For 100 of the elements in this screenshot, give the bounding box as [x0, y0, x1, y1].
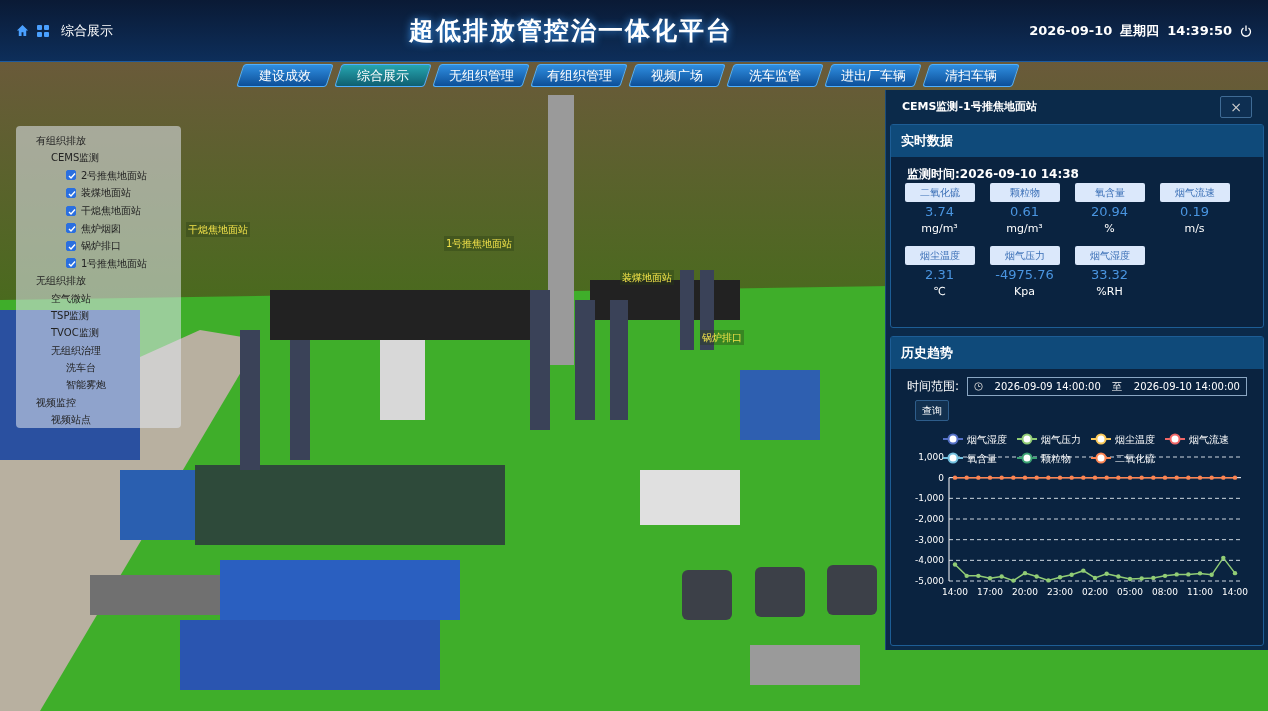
- metric-value: 20.94: [1090, 202, 1129, 221]
- axis-tick-label: -3,000: [915, 534, 944, 545]
- legend-label: 烟尘温度: [1115, 433, 1155, 445]
- panel-title: CEMS监测-1号推焦地面站: [902, 98, 1037, 115]
- axis-tick-label: 0: [938, 472, 944, 483]
- legend-key[interactable]: [1090, 452, 1112, 463]
- checkbox[interactable]: [66, 170, 76, 181]
- metric-label: 氧含量: [1074, 182, 1145, 202]
- metric-value: 3.74: [925, 202, 954, 221]
- metric-label: 烟气压力: [989, 245, 1060, 265]
- legend-label: 烟气湿度: [967, 433, 1007, 445]
- tree-item[interactable]: 视频站点: [51, 410, 91, 429]
- axis-tick-label: 23:00: [1047, 586, 1073, 597]
- axis-tick-label: -4,000: [915, 554, 944, 565]
- date-text: 2026-09-10: [1029, 21, 1113, 40]
- scene-label: 1号推焦地面站: [444, 236, 515, 251]
- tree-item[interactable]: 智能雾炮: [66, 376, 106, 394]
- tree-item[interactable]: 1号推焦地面站: [81, 254, 148, 273]
- metric-value: 2.31: [925, 265, 954, 284]
- checkbox[interactable]: [66, 187, 76, 198]
- page-title: 超低排放管控治一体化平台: [409, 14, 734, 47]
- axis-tick-label: 14:00: [942, 586, 968, 597]
- nav-tab[interactable]: 进出厂车辆: [824, 64, 922, 87]
- range-start: 2026-09-09 14:00:00: [994, 379, 1101, 394]
- legend-label: 烟气压力: [1041, 433, 1081, 445]
- section-heading: 历史趋势: [891, 337, 1263, 369]
- tree-item[interactable]: 洗车台: [66, 358, 96, 377]
- nav-tab[interactable]: 建设成效: [236, 64, 334, 87]
- breadcrumb-text: 综合展示: [61, 21, 113, 40]
- section-heading: 实时数据: [891, 125, 1263, 157]
- range-end: 2026-09-10 14:00:00: [1133, 379, 1240, 394]
- metric-label: 二氧化硫: [904, 182, 975, 202]
- legend-key[interactable]: [1016, 433, 1038, 444]
- scene-label: 装煤地面站: [620, 270, 674, 285]
- tree-item[interactable]: TVOC监测: [51, 324, 99, 342]
- checkbox[interactable]: [66, 258, 76, 269]
- axis-tick-label: 08:00: [1152, 586, 1178, 597]
- tree-item[interactable]: 焦炉烟囱: [81, 219, 121, 237]
- nav-tab[interactable]: 洗车监管: [726, 64, 824, 87]
- home-icon[interactable]: [16, 24, 29, 37]
- range-label: 时间范围:: [907, 378, 960, 395]
- legend-key[interactable]: [1090, 433, 1112, 444]
- checkbox[interactable]: [66, 223, 76, 234]
- legend-key[interactable]: [942, 433, 964, 444]
- grid-icon[interactable]: [37, 24, 49, 37]
- metric-unit: %: [1104, 221, 1115, 237]
- checkbox[interactable]: [66, 240, 76, 251]
- legend-label: 氧含量: [967, 452, 997, 464]
- axis-tick-label: 17:00: [977, 586, 1003, 597]
- nav-tab[interactable]: 清扫车辆: [922, 64, 1020, 87]
- metric-value: 33.32: [1090, 265, 1129, 284]
- close-button[interactable]: ×: [1220, 96, 1252, 118]
- metric-unit: %RH: [1096, 284, 1123, 300]
- tree-item[interactable]: 无组织排放: [36, 272, 86, 290]
- nav-tab[interactable]: 综合展示: [334, 64, 432, 87]
- legend-key[interactable]: [942, 452, 964, 463]
- nav-tab[interactable]: 视频广场: [628, 64, 726, 87]
- date-range-field[interactable]: 2026-09-09 14:00:00 至 2026-09-10 14:00:00: [967, 376, 1247, 396]
- range-separator: 至: [1112, 379, 1123, 394]
- checkbox[interactable]: [66, 205, 76, 216]
- power-icon[interactable]: [1240, 24, 1252, 37]
- tree-item[interactable]: 干熄焦地面站: [81, 201, 141, 220]
- tree-item[interactable]: CEMS监测: [51, 149, 100, 167]
- time-text: 14:39:50: [1167, 21, 1232, 40]
- clock-icon: [974, 381, 984, 391]
- nav-tab[interactable]: 无组织管理: [432, 64, 530, 87]
- metric-unit: mg/m³: [1006, 221, 1043, 237]
- axis-tick-label: 14:00: [1222, 586, 1248, 597]
- axis-tick-label: -5,000: [915, 575, 944, 586]
- tree-item[interactable]: 2号推焦地面站: [81, 166, 148, 184]
- metric-value: 0.61: [1010, 202, 1039, 221]
- axis-tick-label: 05:00: [1117, 586, 1143, 597]
- tree-item[interactable]: 有组织排放: [36, 132, 86, 150]
- metric-value: -4975.76: [995, 265, 1054, 284]
- tree-item[interactable]: 锅炉排口: [81, 237, 121, 255]
- tree-item[interactable]: 视频监控: [36, 393, 76, 411]
- metric-label: 烟气湿度: [1074, 245, 1145, 265]
- monitor-time: 监测时间:2026-09-10 14:38: [906, 165, 1080, 183]
- axis-tick-label: 20:00: [1012, 586, 1038, 597]
- legend-label: 颗粒物: [1041, 452, 1071, 464]
- metric-unit: Kpa: [1014, 284, 1035, 300]
- axis-tick-label: 11:00: [1187, 586, 1213, 597]
- metric-value: 0.19: [1180, 202, 1209, 221]
- axis-tick-label: -1,000: [915, 492, 944, 503]
- metric-unit: m/s: [1184, 221, 1205, 237]
- metric-unit: mg/m³: [921, 221, 958, 237]
- tree-item[interactable]: 无组织治理: [51, 341, 101, 359]
- metric-unit: ℃: [933, 284, 946, 300]
- axis-tick-label: 02:00: [1082, 586, 1108, 597]
- query-button[interactable]: 查询: [915, 399, 949, 421]
- metric-label: 烟气流速: [1159, 182, 1230, 202]
- metric-label: 颗粒物: [989, 182, 1060, 202]
- tree-item[interactable]: 空气微站: [51, 289, 91, 308]
- nav-tab[interactable]: 有组织管理: [530, 64, 628, 87]
- legend-label: 烟气流速: [1189, 433, 1229, 445]
- legend-key[interactable]: [1016, 452, 1038, 463]
- tree-item[interactable]: TSP监测: [51, 307, 90, 325]
- legend-key[interactable]: [1164, 433, 1186, 444]
- tree-item[interactable]: 装煤地面站: [81, 184, 131, 202]
- scene-label: 干熄焦地面站: [186, 222, 250, 237]
